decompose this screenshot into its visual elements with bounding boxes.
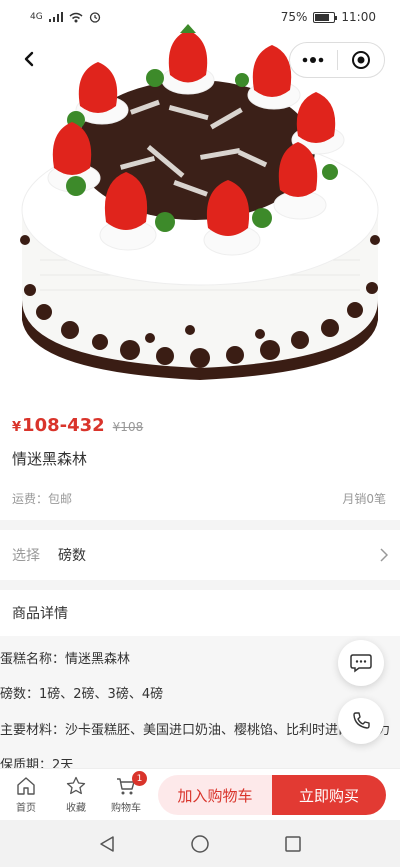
detail-line: 蛋糕名称：情迷黑森林: [0, 652, 131, 667]
customer-service-button[interactable]: [338, 640, 384, 686]
tab-cart[interactable]: 购物车 1: [103, 771, 149, 814]
battery-percent: 75%: [280, 10, 308, 24]
chat-bubble-icon: [350, 654, 372, 673]
tab-label: 首页: [16, 803, 36, 814]
battery-level: [315, 13, 329, 21]
price-row: ¥108-432 ¥108: [12, 415, 143, 436]
signal-bars-icon: [48, 12, 63, 22]
purchase-buttons: 加入购物车 立即购买: [158, 775, 386, 815]
select-value: 磅数: [58, 548, 86, 564]
select-label: 选择: [12, 548, 40, 564]
circle-home-icon: [191, 834, 209, 853]
spec-select-row[interactable]: 选择 磅数: [0, 530, 400, 580]
currency-symbol: ¥: [12, 420, 22, 435]
product-title: 情迷黑森林: [12, 450, 88, 468]
close-miniprogram-button[interactable]: [338, 43, 385, 77]
monthly-sales: 月销0笔: [342, 492, 386, 506]
chevron-right-icon: [380, 548, 388, 562]
miniprogram-capsule: [289, 42, 385, 78]
tab-label: 收藏: [66, 803, 86, 814]
price-range: 108-432: [22, 415, 105, 436]
cart-count-badge: 1: [132, 771, 147, 786]
nav-home-button[interactable]: [185, 829, 215, 859]
detail-line: 磅数：1磅、2磅、3磅、4磅: [0, 687, 164, 702]
alarm-icon: [89, 12, 100, 23]
product-detail-page: 4G 75% 11:00 ¥108-432 ¥108 情迷黑森林 运费：包邮 月…: [0, 0, 400, 867]
current-price: ¥108-432: [12, 415, 105, 436]
shipping-info: 运费：包邮: [12, 492, 73, 506]
triangle-back-icon: [99, 835, 114, 852]
system-nav-bar: [0, 820, 400, 867]
clock: 11:00: [341, 10, 376, 24]
buy-now-button[interactable]: 立即购买: [272, 775, 386, 815]
details-heading: 商品详情: [12, 606, 68, 622]
phone-icon: [353, 712, 370, 729]
original-price: ¥108: [112, 420, 144, 434]
tab-home[interactable]: 首页: [3, 775, 49, 814]
section-divider: [0, 520, 400, 530]
star-icon: [65, 775, 87, 797]
section-divider: [0, 580, 400, 590]
status-bar: 4G 75% 11:00: [0, 0, 400, 34]
tab-favorite[interactable]: 收藏: [53, 775, 99, 814]
wifi-icon: [69, 12, 83, 22]
add-to-cart-button[interactable]: 加入购物车: [158, 775, 272, 815]
shipping-row: 运费：包邮 月销0笔: [12, 490, 386, 507]
nav-back-button[interactable]: [92, 829, 122, 859]
home-icon: [15, 775, 37, 797]
battery-icon: [313, 11, 338, 23]
bottom-action-bar: 首页 收藏 购物车 1 加入购物车 立即购买: [0, 768, 400, 820]
chevron-left-icon: [24, 51, 34, 67]
signal-indicator: 4G: [30, 12, 43, 22]
square-recents-icon: [285, 835, 302, 852]
phone-call-button[interactable]: [338, 698, 384, 744]
back-button[interactable]: [14, 44, 44, 74]
more-dots-icon: [302, 57, 324, 63]
more-button[interactable]: [290, 43, 337, 77]
detail-line: 主要材料：沙卡蛋糕胚、美国进口奶油、樱桃馅、比利时进口巧克力: [0, 723, 391, 738]
nav-recents-button[interactable]: [278, 829, 308, 859]
tab-label: 购物车: [111, 803, 141, 814]
target-circle-icon: [351, 51, 370, 69]
